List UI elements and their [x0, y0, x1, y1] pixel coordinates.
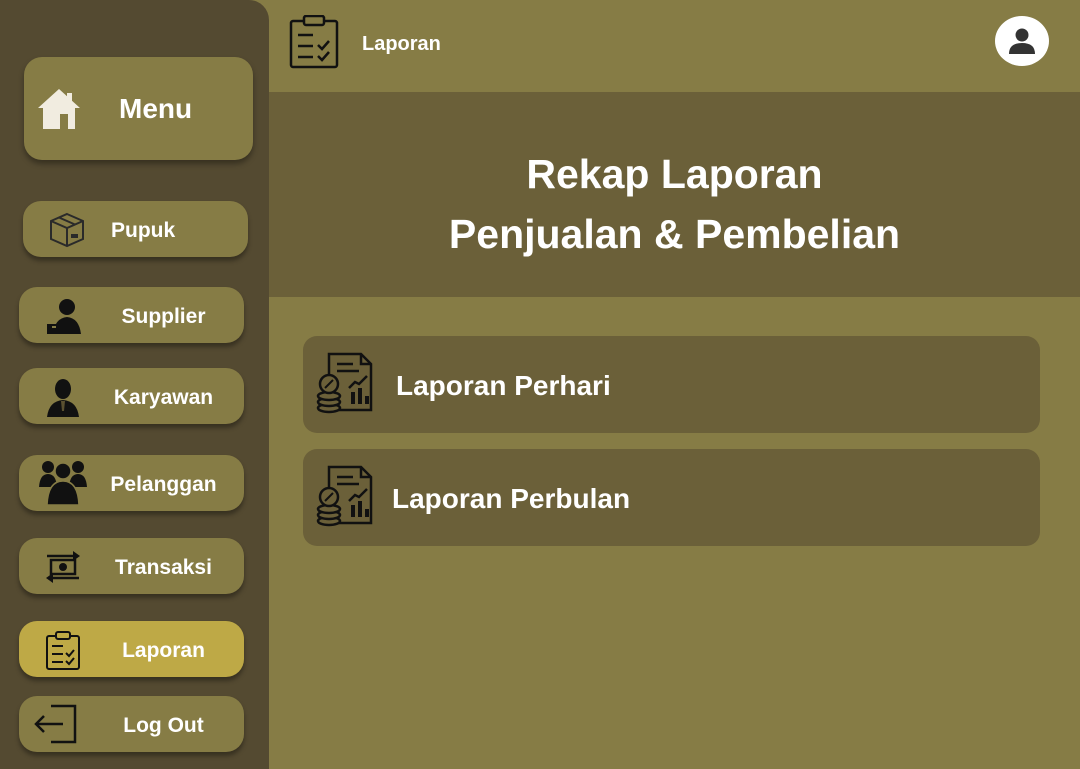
sidebar-item-label: Karyawan [113, 386, 214, 409]
sidebar-item-pupuk[interactable]: Pupuk [23, 201, 248, 257]
menu-title: Menu [119, 93, 193, 124]
sidebar-item-label: Transaksi [115, 556, 212, 579]
sidebar-item-label: Pelanggan [110, 473, 217, 496]
clipboard-icon [46, 631, 80, 670]
report-banner: Rekap Laporan Penjualan & Pembelian [269, 92, 1080, 297]
user-icon [1009, 28, 1035, 54]
report-label: Laporan Perbulan [392, 483, 631, 514]
sidebar-item-transaksi[interactable]: Transaksi [19, 538, 244, 594]
menu-header: Menu [24, 57, 253, 160]
report-label: Laporan Perhari [396, 370, 611, 401]
banner-title-line2: Penjualan & Pembelian [448, 211, 901, 257]
sidebar: Menu Pupuk Supplier Karyawan Pelanggan T… [0, 0, 269, 769]
page-title: Laporan [362, 33, 441, 55]
box-icon [50, 212, 84, 248]
customers-icon [39, 461, 87, 506]
top-bar: Laporan [269, 0, 1080, 92]
user-avatar-button[interactable] [995, 16, 1049, 66]
report-daily-button[interactable]: Laporan Perhari [303, 336, 1040, 433]
financial-report-icon [316, 352, 373, 414]
sidebar-item-label: Log Out [123, 714, 204, 737]
sidebar-item-supplier[interactable]: Supplier [19, 287, 244, 343]
sidebar-item-label: Supplier [121, 305, 206, 328]
sidebar-item-label: Laporan [122, 639, 205, 662]
clipboard-icon [289, 15, 339, 69]
home-icon [38, 89, 80, 129]
report-monthly-button[interactable]: Laporan Perbulan [303, 449, 1040, 546]
sidebar-item-label: Pupuk [111, 219, 176, 242]
financial-report-icon [316, 465, 373, 527]
sidebar-item-karyawan[interactable]: Karyawan [19, 368, 244, 424]
supplier-icon [47, 299, 81, 334]
sidebar-item-logout[interactable]: Log Out [19, 696, 244, 752]
sidebar-item-pelanggan[interactable]: Pelanggan [19, 455, 244, 511]
sidebar-item-laporan[interactable]: Laporan [19, 621, 244, 677]
banner-title-line1: Rekap Laporan [526, 151, 823, 197]
employee-icon [47, 379, 79, 417]
logout-icon [34, 704, 77, 744]
transaction-icon [46, 551, 80, 583]
